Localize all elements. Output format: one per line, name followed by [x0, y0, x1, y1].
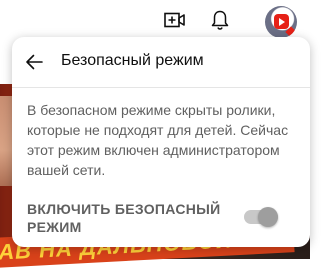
youtube-play-icon	[274, 14, 289, 29]
menu-header: Безопасный режим	[12, 37, 310, 86]
create-video-icon[interactable]	[163, 8, 187, 32]
safe-mode-description: В безопасном режиме скрыты ролики, котор…	[27, 102, 289, 178]
account-avatar[interactable]	[265, 6, 297, 38]
toggle-knob	[258, 207, 278, 227]
notifications-bell-icon[interactable]	[208, 8, 232, 32]
safe-mode-menu: Безопасный режим В безопасном режиме скр…	[12, 37, 310, 247]
arrow-left-icon[interactable]	[22, 49, 48, 75]
menu-title: Безопасный режим	[61, 52, 204, 69]
header-divider	[12, 87, 310, 88]
safe-mode-toggle[interactable]	[244, 207, 278, 227]
top-bar	[0, 0, 324, 42]
safe-mode-toggle-label: ВКЛЮЧИТЬ БЕЗОПАСНЫЙ РЕЖИМ	[27, 201, 221, 235]
